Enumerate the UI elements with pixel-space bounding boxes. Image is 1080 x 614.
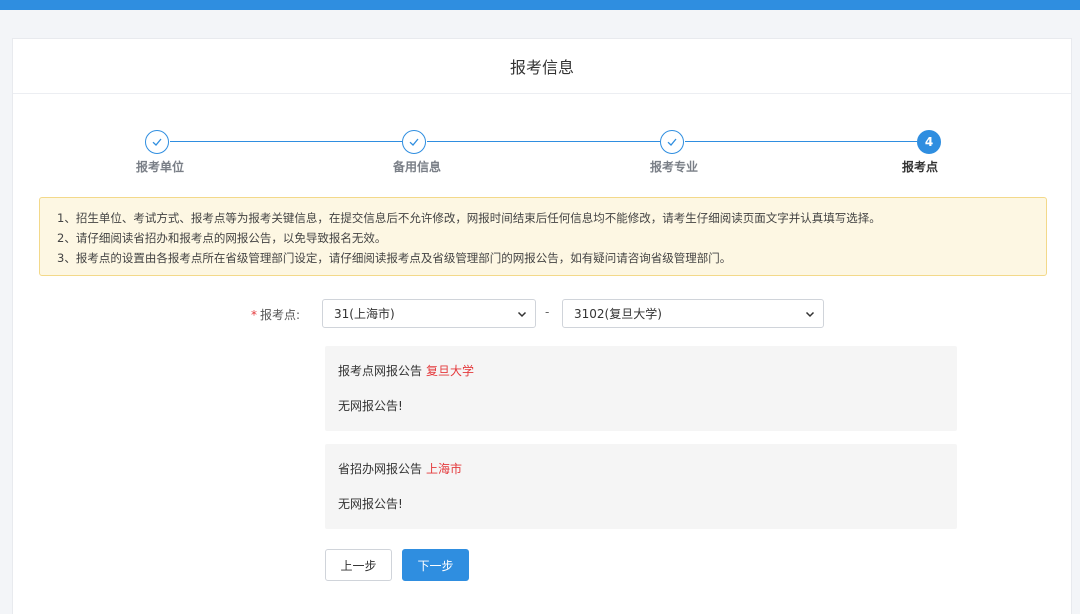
step-connector (170, 141, 402, 142)
chevron-down-icon (517, 311, 527, 318)
step-label-3: 报考专业 (649, 160, 698, 174)
notice-line-2: 2、请仔细阅读省招办和报考点的网报公告，以免导致报名无效。 (57, 231, 387, 245)
notice-line-1: 1、招生单位、考试方式、报考点等为报考关键信息，在提交信息后不允许修改，网报时间… (57, 211, 881, 225)
site-announcement-highlight: 复旦大学 (426, 364, 475, 378)
step-1-check-icon (145, 130, 169, 154)
step-label-2: 备用信息 (392, 160, 441, 174)
prev-step-button[interactable]: 上一步 (325, 549, 392, 581)
step-label-4: 报考点 (901, 160, 938, 174)
step-3-check-icon (660, 130, 684, 154)
chevron-down-icon (805, 311, 815, 318)
province-select[interactable]: 31(上海市) (322, 299, 536, 328)
page-title: 报考信息 (13, 39, 1071, 94)
exam-site-label: * 报考点: (251, 306, 300, 323)
registration-card: 报考信息 4 报考单位 备用信息 报考专业 报考点 1、招生单位、考试方式、报考… (12, 38, 1072, 614)
exam-site-select[interactable]: 3102(复旦大学) (562, 299, 824, 328)
notice-line-3: 3、报考点的设置由各报考点所在省级管理部门设定，请仔细阅读报考点及省级管理部门的… (57, 251, 732, 265)
step-4-number: 4 (917, 130, 941, 154)
province-announcement-panel: 省招办网报公告 上海市 无网报公告! (325, 444, 957, 529)
step-label-1: 报考单位 (135, 160, 184, 174)
required-mark: * (251, 308, 257, 322)
site-announcement-body: 无网报公告! (338, 399, 403, 413)
step-connector (685, 141, 917, 142)
exam-site-label-text: 报考点: (260, 308, 301, 322)
province-announcement-highlight: 上海市 (426, 462, 463, 476)
top-bar (0, 0, 1080, 10)
select-separator: - (545, 305, 550, 319)
province-announcement-body: 无网报公告! (338, 497, 403, 511)
exam-site-row: * 报考点: 31(上海市) - 3102(复旦大学) (13, 299, 1073, 329)
step-connector (427, 141, 660, 142)
province-announcement-title-text: 省招办网报公告 (338, 462, 423, 476)
notice-box: 1、招生单位、考试方式、报考点等为报考关键信息，在提交信息后不允许修改，网报时间… (39, 197, 1047, 276)
site-announcement-title: 报考点网报公告 复旦大学 (338, 362, 474, 379)
exam-site-select-value: 3102(复旦大学) (574, 307, 662, 321)
step-progress: 4 报考单位 备用信息 报考专业 报考点 (13, 129, 1073, 179)
province-select-value: 31(上海市) (334, 307, 395, 321)
province-announcement-title: 省招办网报公告 上海市 (338, 460, 462, 477)
site-announcement-panel: 报考点网报公告 复旦大学 无网报公告! (325, 346, 957, 431)
step-2-check-icon (402, 130, 426, 154)
next-step-button[interactable]: 下一步 (402, 549, 469, 581)
site-announcement-title-text: 报考点网报公告 (338, 364, 423, 378)
